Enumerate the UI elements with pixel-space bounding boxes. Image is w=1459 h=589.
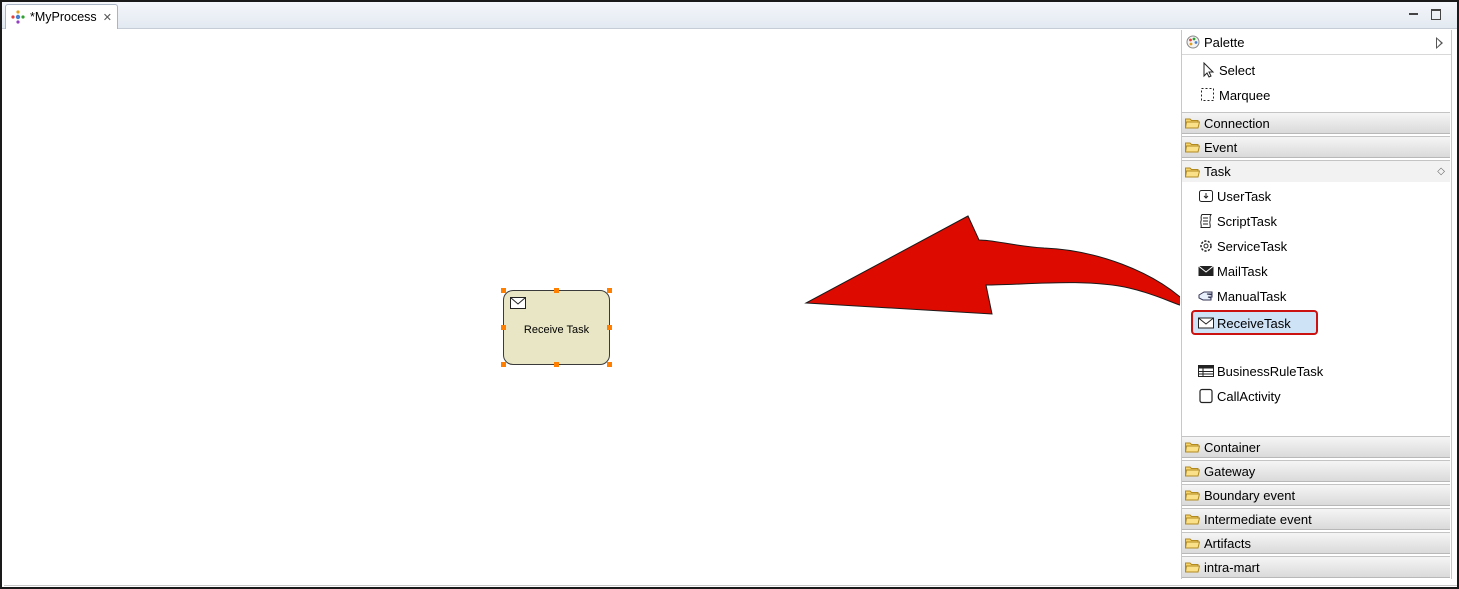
drawer-label: Artifacts <box>1204 535 1251 551</box>
pointer-icon <box>1203 62 1215 78</box>
folder-icon <box>1185 118 1200 129</box>
palette-item-scripttask[interactable]: ScriptTask <box>1198 210 1277 232</box>
gear-icon <box>1200 240 1212 252</box>
table-icon <box>1198 365 1214 377</box>
palette-item-manualtask[interactable]: ManualTask <box>1198 285 1286 307</box>
palette-title: Palette <box>1204 34 1245 50</box>
drawer-container[interactable]: Container <box>1182 436 1450 458</box>
item-label: UserTask <box>1217 188 1272 204</box>
tab-title: *MyProcess <box>30 10 97 24</box>
process-icon <box>11 10 25 24</box>
tool-label: Select <box>1219 62 1256 78</box>
diagram-canvas[interactable]: Receive Task <box>4 30 1180 586</box>
drawer-label: Container <box>1204 439 1261 455</box>
drawer-task[interactable]: Task ◇ <box>1182 160 1450 182</box>
resize-handle[interactable] <box>607 362 612 367</box>
drawer-label: Gateway <box>1204 463 1256 479</box>
item-label: ScriptTask <box>1217 213 1277 229</box>
item-label: ServiceTask <box>1217 238 1288 254</box>
drawer-label: Boundary event <box>1204 487 1296 503</box>
folder-icon <box>1185 514 1200 525</box>
box-icon <box>1199 388 1213 404</box>
drawer-label: Task <box>1204 164 1231 179</box>
drawer-boundary-event[interactable]: Boundary event <box>1182 484 1450 506</box>
tab-myprocess[interactable]: *MyProcess ✕ <box>5 4 118 29</box>
drawer-intermediate-event[interactable]: Intermediate event <box>1182 508 1450 530</box>
resize-handle[interactable] <box>607 288 612 293</box>
palette-item-businessruletask[interactable]: BusinessRuleTask <box>1198 360 1323 382</box>
receive-task-node[interactable]: Receive Task <box>503 290 610 365</box>
item-label: CallActivity <box>1217 388 1281 404</box>
editor-tab-bar: *MyProcess ✕ <box>2 2 1457 29</box>
palette-icon <box>1186 35 1200 49</box>
tool-label: Marquee <box>1219 87 1271 103</box>
resize-handle[interactable] <box>607 325 612 330</box>
mail-filled-icon <box>1198 265 1214 276</box>
folder-icon <box>1185 562 1200 573</box>
resize-handle[interactable] <box>501 288 506 293</box>
collapse-palette-icon[interactable] <box>1436 37 1443 49</box>
palette-panel: Palette Select Marquee Connection Event … <box>1181 30 1452 579</box>
folder-icon <box>1185 466 1200 477</box>
tool-marquee[interactable]: Marquee <box>1200 84 1270 106</box>
node-label: Receive Task <box>523 324 590 336</box>
drawer-artifacts[interactable]: Artifacts <box>1182 532 1450 554</box>
item-label: MailTask <box>1217 263 1268 279</box>
item-label: ReceiveTask <box>1217 315 1291 331</box>
folder-icon <box>1185 442 1200 453</box>
palette-item-servicetask[interactable]: ServiceTask <box>1198 235 1287 257</box>
close-icon[interactable]: ✕ <box>103 11 112 24</box>
script-task-icon <box>1200 214 1213 228</box>
palette-item-callactivity[interactable]: CallActivity <box>1198 385 1281 407</box>
palette-item-receivetask-selected[interactable]: ReceiveTask <box>1191 310 1318 335</box>
drawer-intra-mart[interactable]: intra-mart <box>1182 556 1450 578</box>
minimize-icon[interactable] <box>1408 8 1420 20</box>
folder-open-icon <box>1185 167 1200 177</box>
user-task-icon <box>1199 190 1213 202</box>
folder-icon <box>1185 490 1200 501</box>
editor-window: *MyProcess ✕ Receive Task Palette Select… <box>0 0 1459 589</box>
folder-icon <box>1185 538 1200 549</box>
mail-icon <box>510 297 526 309</box>
pin-icon[interactable]: ◇ <box>1437 166 1445 177</box>
resize-handle[interactable] <box>554 362 559 367</box>
item-label: ManualTask <box>1217 288 1287 304</box>
palette-item-mailtask[interactable]: MailTask <box>1198 260 1268 282</box>
drawer-label: Intermediate event <box>1204 511 1312 527</box>
palette-item-receivetask[interactable]: ReceiveTask <box>1198 312 1291 334</box>
drawer-gateway[interactable]: Gateway <box>1182 460 1450 482</box>
tool-select[interactable]: Select <box>1200 59 1255 81</box>
drawer-label: Connection <box>1204 115 1270 131</box>
mail-icon <box>1198 317 1214 329</box>
palette-item-usertask[interactable]: UserTask <box>1198 185 1271 207</box>
resize-handle[interactable] <box>501 325 506 330</box>
palette-header: Palette <box>1182 30 1451 55</box>
maximize-icon[interactable] <box>1430 8 1442 20</box>
item-label: BusinessRuleTask <box>1217 363 1324 379</box>
drawer-label: intra-mart <box>1204 559 1260 575</box>
folder-icon <box>1185 142 1200 153</box>
drawer-connection[interactable]: Connection <box>1182 112 1450 134</box>
drawer-event[interactable]: Event <box>1182 136 1450 158</box>
marquee-icon <box>1201 88 1214 101</box>
hand-icon <box>1198 291 1213 301</box>
resize-handle[interactable] <box>554 288 559 293</box>
bottom-divider <box>4 585 1457 586</box>
resize-handle[interactable] <box>501 362 506 367</box>
drawer-label: Event <box>1204 139 1238 155</box>
